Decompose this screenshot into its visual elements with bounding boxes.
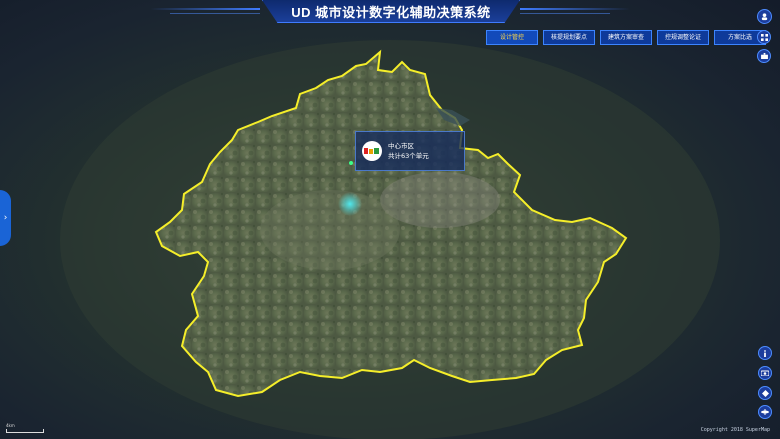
chevron-right-icon: › [3,213,8,223]
title-ornament-left-line [170,13,260,14]
scale-label: 4km [6,423,15,428]
copyright-text: Copyright 2018 SuperMap [700,427,770,433]
district-logo [362,141,382,161]
page-title: UD 城市设计数字化辅助决策系统 [262,0,520,23]
district-info-popup: 中心市区 共计63个单元 [355,131,465,171]
title-ornament-right-line [520,13,610,14]
briefcase-icon[interactable] [757,49,771,63]
regulation-adjust-button[interactable]: 控规调整论证 [657,30,709,45]
grid-menu-icon[interactable] [757,30,771,44]
title-ornament-left [150,8,260,10]
info-icon[interactable] [758,346,772,360]
design-control-button[interactable]: 设计管控 [486,30,538,45]
camera-icon[interactable] [758,366,772,380]
map-scale-bar: 4km [6,423,44,433]
district-name: 中心市区 [388,142,414,150]
user-avatar-icon[interactable] [757,9,772,24]
layers-icon[interactable] [758,405,772,419]
compass-icon[interactable] [758,386,772,400]
function-toolbar: 设计管控 核提规划要点 建筑方案审查 控规调整论证 方案比选 [486,30,766,45]
expand-panel-tab[interactable]: › [0,190,11,246]
title-ornament-right [520,8,630,10]
unit-count: 共计63个单元 [388,152,429,160]
map-canvas[interactable] [0,0,780,439]
building-review-button[interactable]: 建筑方案审查 [600,30,652,45]
planning-points-button[interactable]: 核提规划要点 [543,30,595,45]
